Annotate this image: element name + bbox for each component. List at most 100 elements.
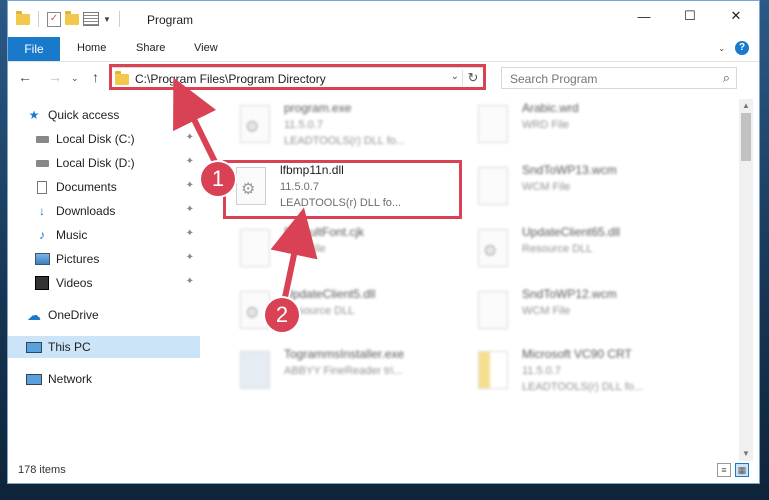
file-item[interactable]: DefaultFont.cjk CJK File [228,223,458,281]
file-list: program.exe 11.5.0.7 LEADTOOLS(r) DLL fo… [208,99,738,454]
pin-icon[interactable]: ✦ [186,228,194,239]
minimize-button[interactable]: — [621,1,667,31]
sidebar-item-music[interactable]: ♪ Music ✦ [34,224,200,246]
file-description: LEADTOOLS(r) DLL fo... [522,381,644,393]
documents-icon [34,180,50,194]
file-type: CJK File [284,243,326,255]
file-type: WCM File [522,305,571,317]
file-highlight-box [223,160,462,219]
help-icon[interactable]: ? [735,41,749,55]
search-box[interactable]: ⌕ [501,67,737,89]
videos-icon [34,276,50,290]
sidebar-item-quick-access[interactable]: ★ Quick access [26,104,200,126]
file-name: Microsoft VC90 CRT [522,347,632,361]
sidebar-item-onedrive[interactable]: ☁ OneDrive [26,304,200,326]
pin-icon[interactable]: ✦ [186,180,194,191]
pin-icon[interactable]: ✦ [186,204,194,215]
forward-arrow-icon[interactable]: → [48,69,62,85]
sidebar-item-videos[interactable]: Videos ✦ [34,272,200,294]
star-icon: ★ [28,108,40,122]
tiles-view-icon[interactable]: ▦ [735,463,749,477]
close-button[interactable]: ✕ [713,1,759,31]
expand-ribbon-icon[interactable]: ⌄ [718,44,725,53]
sidebar-item-label: Music [56,228,88,242]
tab-share[interactable]: Share [136,42,165,54]
recent-locations-chevron-icon[interactable]: ⌄ [71,73,79,84]
file-name: SndToWP13.wcm [522,163,617,177]
sidebar-item-label: Documents [56,180,117,194]
file-type: Resource DLL [522,243,593,255]
gear-icon [478,229,508,267]
file-name: Arabic.wrd [522,101,579,115]
file-item[interactable]: program.exe 11.5.0.7 LEADTOOLS(r) DLL fo… [228,99,458,157]
pin-icon[interactable]: ✦ [186,252,194,263]
sidebar-item-label: Pictures [56,252,100,266]
new-folder-icon[interactable] [65,10,79,25]
sidebar-item-local-disk-c[interactable]: Local Disk (C:) ✦ [34,128,200,150]
file-type: WRD File [522,119,570,131]
file-icon [478,291,508,329]
file-item[interactable]: TogrammsInstaller.exe ABBYY FineReader t… [228,345,458,403]
item-count: 178 items [18,464,66,476]
properties-icon[interactable] [83,12,99,26]
maximize-button[interactable]: ☐ [667,1,713,31]
pin-icon[interactable]: ✦ [186,132,194,143]
folder-icon [478,351,508,389]
navigation-pane: ★ Quick access Local Disk (C:) ✦ Local D… [8,99,200,459]
toolbar-divider [118,11,120,27]
sidebar-item-downloads[interactable]: ↓ Downloads ✦ [34,200,200,222]
search-icon[interactable]: ⌕ [723,70,730,86]
up-arrow-icon[interactable]: ↑ [92,69,99,85]
file-name: UpdateClient5.dll [284,287,376,301]
sidebar-item-network[interactable]: Network [26,368,200,390]
folder-icon [16,10,30,25]
drive-icon [34,132,50,146]
tab-home[interactable]: Home [77,42,106,54]
sidebar-item-local-disk-d[interactable]: Local Disk (D:) ✦ [34,152,200,174]
sidebar-item-this-pc[interactable]: This PC [8,336,200,358]
search-input[interactable] [508,69,712,89]
ribbon-tabs: File Home Share View ⌄ ? [8,37,759,62]
step-badge-2: 2 [265,298,299,332]
vertical-scrollbar[interactable]: ▲ ▼ [739,99,753,461]
back-arrow-icon[interactable]: ← [18,69,32,85]
gear-icon [240,105,270,143]
file-item[interactable]: Arabic.wrd WRD File [466,99,696,157]
sidebar-item-documents[interactable]: Documents ✦ [34,176,200,198]
file-name: SndToWP12.wcm [522,287,617,301]
sidebar-item-label: Downloads [56,204,116,218]
sidebar-item-label: This PC [48,340,91,354]
tab-file[interactable]: File [8,37,60,61]
download-icon: ↓ [39,204,45,218]
sidebar-item-label: Videos [56,276,93,290]
computer-icon [26,340,42,354]
file-item[interactable]: SndToWP12.wcm WCM File [466,285,696,343]
details-view-icon[interactable]: ≡ [717,463,731,477]
pin-icon[interactable]: ✦ [186,276,194,287]
quick-access-toolbar: ✓ ▼ [16,10,124,27]
pin-icon[interactable]: ✦ [186,156,194,167]
scrollbar-thumb[interactable] [741,113,751,161]
properties-check-icon[interactable]: ✓ [47,11,61,27]
file-version: 11.5.0.7 [522,365,561,377]
scroll-up-icon[interactable]: ▲ [739,99,753,113]
file-item[interactable]: SndToWP13.wcm WCM File [466,161,696,219]
network-icon [26,372,42,386]
window-controls: — ☐ ✕ [621,1,759,31]
window-title: Program [147,13,194,27]
file-item[interactable]: UpdateClient65.dll Resource DLL [466,223,696,281]
toolbar-divider [38,11,39,27]
sidebar-item-label: Quick access [48,108,120,122]
view-toggle: ≡ ▦ [717,463,749,477]
tab-view[interactable]: View [194,42,218,54]
file-item[interactable]: UpdateClient5.dll Resource DLL [228,285,458,343]
file-item[interactable]: Microsoft VC90 CRT 11.5.0.7 LEADTOOLS(r)… [466,345,696,403]
file-name: program.exe [284,101,352,115]
step-badge-1: 1 [201,162,235,196]
file-icon [478,105,508,143]
sidebar-item-label: Local Disk (C:) [56,132,135,146]
chevron-down-icon[interactable]: ▼ [103,15,111,24]
sidebar-item-pictures[interactable]: Pictures ✦ [34,248,200,270]
sidebar-item-label: Local Disk (D:) [56,156,135,170]
title-bar: ✓ ▼ Program — ☐ ✕ [8,1,759,37]
